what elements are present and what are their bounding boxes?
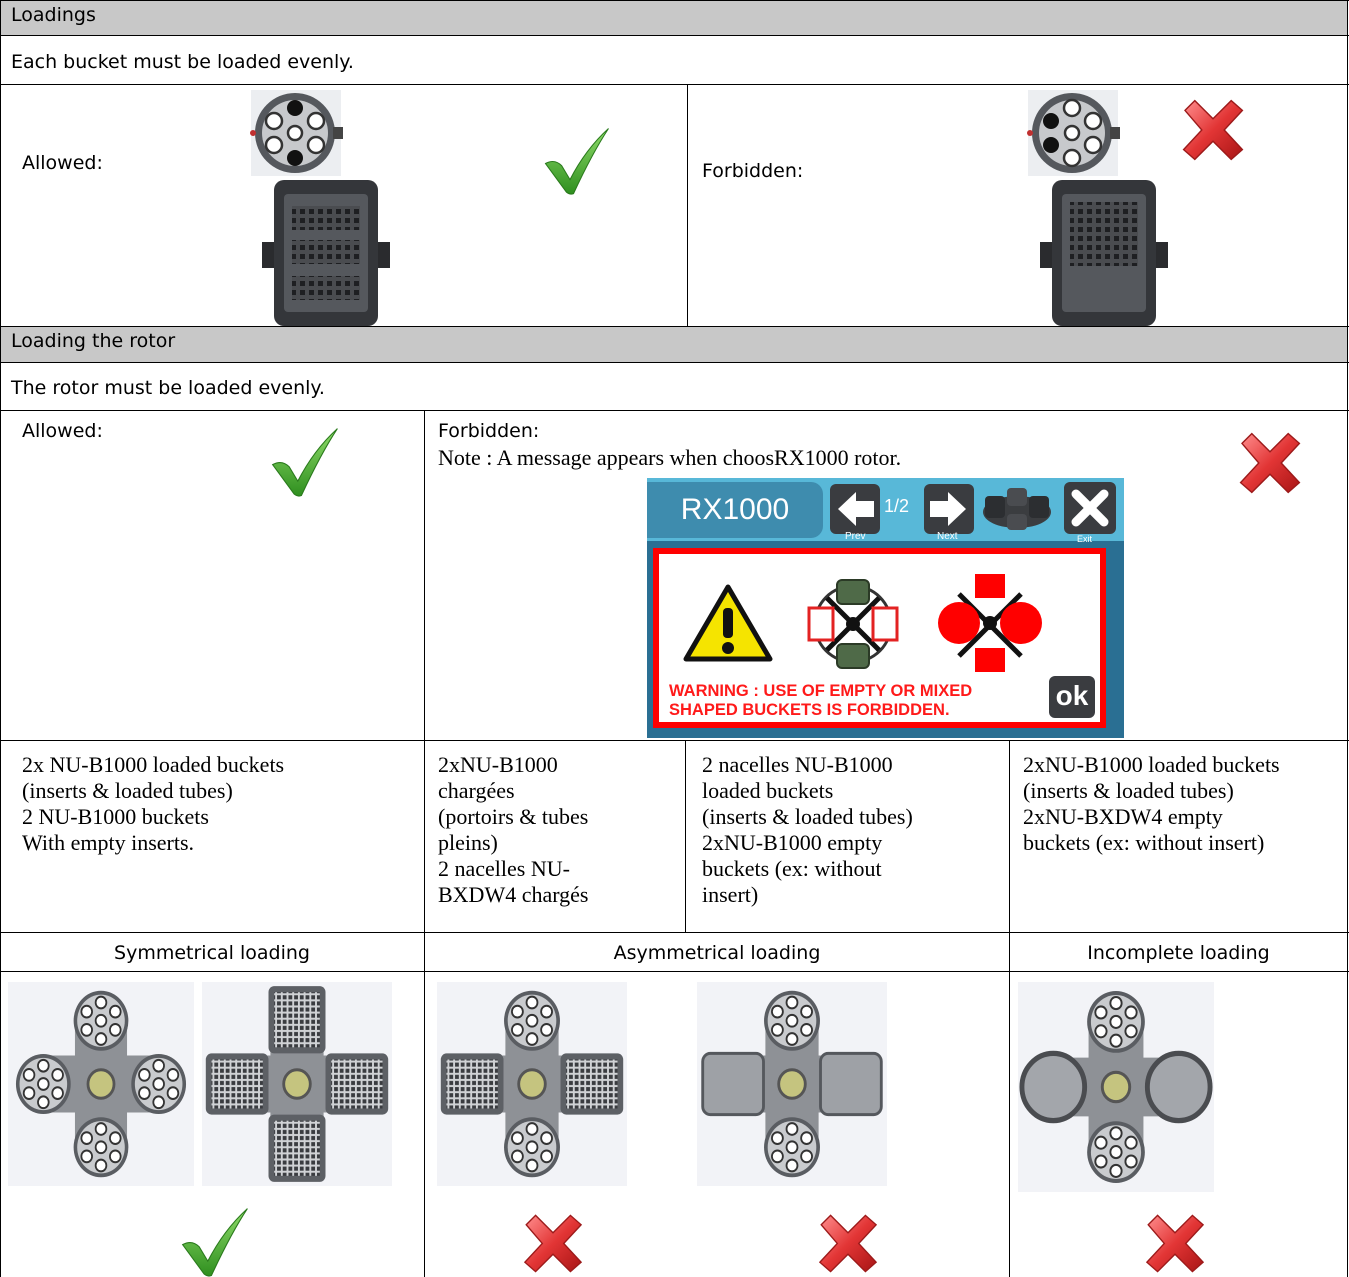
- dialog-title: RX1000: [647, 482, 823, 538]
- exit-label: Exit: [1077, 534, 1093, 544]
- next-label: Next: [937, 531, 958, 542]
- section-title: Loadings: [11, 4, 96, 26]
- description-line: buckets (ex: without insert): [1023, 830, 1265, 855]
- description-line: 2xNU-BXDW4 empty: [1023, 804, 1223, 829]
- description-line: 2xNU-B1000 empty: [702, 830, 883, 855]
- rotor-symmetrical-round-buckets: [8, 982, 194, 1186]
- prev-label: Prev: [845, 531, 866, 542]
- warning-line-1: WARNING : USE OF EMPTY OR MIXED: [669, 682, 973, 700]
- warning-message: WARNING : USE OF EMPTY OR MIXED SHAPED B…: [669, 682, 972, 720]
- page-indicator: 1/2: [884, 496, 910, 516]
- description-line: buckets (ex: without: [702, 856, 882, 881]
- allowed-label: Allowed:: [22, 152, 103, 174]
- next-button[interactable]: [924, 484, 974, 534]
- description-asymmetrical-1: 2xNU-B1000 chargées (portoirs & tubes pl…: [438, 752, 678, 908]
- rotor-symmetrical-plate-buckets: [202, 982, 392, 1186]
- warning-line-2: SHAPED BUCKETS IS FORBIDDEN.: [669, 701, 950, 719]
- description-incomplete: 2xNU-B1000 loaded buckets (inserts & loa…: [1023, 752, 1345, 856]
- note-text: Note : A message appears when choosRX100…: [438, 445, 902, 470]
- category-incomplete: Incomplete loading: [1087, 942, 1270, 964]
- bucket-plate-view-allowed: [262, 180, 392, 326]
- bucket-top-view-forbidden: [1020, 90, 1126, 176]
- bucket-top-view-allowed: [243, 90, 349, 176]
- description-line: 2xNU-B1000: [438, 752, 558, 777]
- exit-button[interactable]: [1064, 482, 1116, 534]
- rotor-asymmetrical-empty-buckets: [697, 982, 887, 1186]
- rotor-diagram-mixed-buckets-icon: [937, 572, 1043, 674]
- description-line: 2 nacelles NU-B1000: [702, 752, 893, 777]
- section-header-loadings: Loadings: [1, 1, 1347, 35]
- rotor-asymmetrical-mixed-buckets: [437, 982, 627, 1186]
- allowed-label: Allowed:: [22, 420, 103, 442]
- description-line: 2x NU-B1000 loaded buckets: [22, 752, 285, 777]
- description-line: With empty inserts.: [22, 830, 195, 855]
- description-line: chargées: [438, 778, 515, 803]
- red-cross-icon: [518, 1210, 588, 1277]
- description-line: pleins): [438, 830, 498, 855]
- check-mark-icon: [541, 125, 613, 195]
- forbidden-label: Forbidden:: [702, 160, 804, 182]
- bucket-plate-view-forbidden: [1040, 180, 1170, 326]
- warning-triangle-icon: [683, 584, 773, 662]
- red-cross-icon: [1175, 95, 1251, 165]
- description-line: loaded buckets: [702, 778, 834, 803]
- forbidden-label: Forbidden:: [438, 420, 540, 442]
- red-cross-icon: [1140, 1210, 1210, 1277]
- prev-button[interactable]: [830, 484, 880, 534]
- description-line: 2xNU-B1000 loaded buckets: [1023, 752, 1280, 777]
- description-line: 2 NU-B1000 buckets: [22, 804, 209, 829]
- description-line: (inserts & loaded tubes): [22, 778, 233, 803]
- rotor-diagram-empty-buckets-icon: [807, 578, 899, 670]
- description-asymmetrical-2: 2 nacelles NU-B1000 loaded buckets (inse…: [702, 752, 1002, 908]
- description-symmetrical: 2x NU-B1000 loaded buckets (inserts & lo…: [22, 752, 418, 856]
- instruction-text: Each bucket must be loaded evenly.: [11, 51, 354, 73]
- description-line: (inserts & loaded tubes): [1023, 778, 1234, 803]
- description-line: (portoirs & tubes: [438, 804, 589, 829]
- warning-panel: WARNING : USE OF EMPTY OR MIXED SHAPED B…: [653, 548, 1106, 728]
- instruction-text: The rotor must be loaded evenly.: [11, 377, 325, 399]
- red-cross-icon: [813, 1210, 883, 1277]
- rotor-warning-dialog: RX1000 1/2 Prev Next Exit WARNING: USE …: [647, 478, 1124, 738]
- description-line: 2 nacelles NU-: [438, 856, 570, 881]
- section-title: Loading the rotor: [11, 330, 176, 352]
- category-asymmetrical: Asymmetrical loading: [613, 942, 821, 964]
- description-line: BXDW4 chargés: [438, 882, 589, 907]
- rotor-thumbnail-icon: [979, 486, 1055, 532]
- rotor-incomplete-loading: [1018, 982, 1214, 1192]
- section-header-rotor: Loading the rotor: [1, 327, 1347, 362]
- description-line: insert): [702, 882, 759, 907]
- check-mark-icon: [178, 1205, 252, 1277]
- description-line: (inserts & loaded tubes): [702, 804, 913, 829]
- ok-button[interactable]: ok: [1049, 676, 1095, 718]
- category-symmetrical: Symmetrical loading: [114, 942, 310, 964]
- check-mark-icon: [268, 425, 342, 497]
- red-cross-icon: [1233, 428, 1307, 498]
